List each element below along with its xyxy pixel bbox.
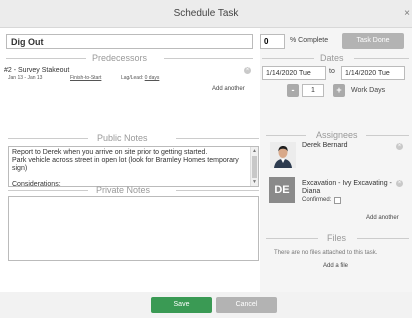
- predecessor-dates: Jan 13 - Jan 13: [8, 75, 43, 81]
- avatar: DE: [269, 177, 295, 203]
- assignees-header-line-right: [366, 135, 409, 136]
- predecessor-type-link[interactable]: Finish-to-Start: [70, 75, 101, 81]
- private-notes-header-line-left: [8, 190, 88, 191]
- private-notes-header: Private Notes: [8, 185, 259, 195]
- minus-icon[interactable]: -: [287, 84, 299, 97]
- public-notes-text: Report to Derek when you arrive on site …: [12, 149, 239, 187]
- confirmed-label: Confirmed:: [302, 197, 332, 203]
- add-file-link[interactable]: Add a file: [323, 263, 348, 269]
- files-header: Files: [266, 233, 409, 243]
- confirmed-checkbox[interactable]: [334, 197, 341, 204]
- task-done-button[interactable]: Task Done: [342, 33, 404, 49]
- avatar-photo-icon: [270, 142, 296, 168]
- assignees-header: Assignees: [266, 130, 409, 140]
- files-header-label: Files: [327, 233, 347, 243]
- percent-complete-input[interactable]: [260, 34, 285, 49]
- avatar: [270, 142, 296, 168]
- cancel-button[interactable]: Cancel: [216, 297, 277, 313]
- task-name-input[interactable]: [6, 34, 253, 49]
- percent-complete-label: % Complete: [290, 37, 329, 44]
- assignee-name: Derek Bernard: [302, 142, 348, 149]
- files-header-line-left: [266, 238, 318, 239]
- dates-header-line-right: [354, 58, 409, 59]
- close-icon[interactable]: ×: [404, 8, 410, 19]
- start-date-input[interactable]: [262, 66, 326, 80]
- private-notes-textarea[interactable]: [8, 196, 259, 261]
- schedule-task-dialog: Schedule Task × % Complete Task Done Pre…: [0, 0, 412, 318]
- predecessor-name: #2 - Survey Stakeout: [4, 67, 70, 74]
- predecessor-lag: Lag/Lead: 0 days: [121, 75, 159, 81]
- assignees-header-line-left: [266, 135, 306, 136]
- plus-icon[interactable]: +: [333, 84, 345, 97]
- dates-header-line-left: [262, 58, 314, 59]
- predecessor-lag-value-link[interactable]: 0 days: [145, 75, 160, 81]
- private-notes-header-line-right: [176, 190, 259, 191]
- work-days-input[interactable]: 1: [302, 84, 324, 97]
- save-button[interactable]: Save: [151, 297, 212, 313]
- predecessors-header: Predecessors: [6, 53, 253, 63]
- work-days-label: Work Days: [351, 87, 386, 94]
- public-notes-header: Public Notes: [8, 133, 259, 143]
- public-notes-scroll-thumb[interactable]: [252, 156, 257, 178]
- predecessor-lag-label: Lag/Lead:: [121, 75, 144, 81]
- assignee-name: Excavation - Ivy Excavating - Diana: [302, 180, 392, 195]
- dialog-titlebar: Schedule Task ×: [0, 0, 412, 28]
- private-notes-header-label: Private Notes: [96, 185, 151, 195]
- scroll-up-icon[interactable]: ▲: [252, 148, 257, 154]
- end-date-input[interactable]: [341, 66, 405, 80]
- public-notes-scrollbar[interactable]: ▲ ▼: [250, 147, 258, 186]
- public-notes-header-label: Public Notes: [97, 133, 148, 143]
- predecessors-header-line-right: [164, 58, 253, 59]
- predecessors-header-label: Predecessors: [92, 53, 148, 63]
- public-notes-textarea[interactable]: Report to Derek when you arrive on site …: [8, 146, 259, 187]
- public-notes-header-line-right: [176, 138, 259, 139]
- remove-predecessor-icon[interactable]: ×: [244, 67, 251, 74]
- dates-header-label: Dates: [320, 53, 344, 63]
- predecessors-header-line-left: [6, 58, 86, 59]
- dialog-title: Schedule Task: [173, 8, 239, 19]
- no-files-text: There are no files attached to this task…: [274, 250, 378, 256]
- add-predecessor-link[interactable]: Add another: [212, 86, 245, 92]
- dates-header: Dates: [262, 53, 409, 63]
- files-header-line-right: [357, 238, 409, 239]
- to-label: to: [329, 68, 335, 75]
- public-notes-header-line-left: [8, 138, 88, 139]
- remove-assignee-icon[interactable]: ×: [396, 143, 403, 150]
- assignees-header-label: Assignees: [316, 130, 358, 140]
- remove-assignee-icon[interactable]: ×: [396, 180, 403, 187]
- add-assignee-link[interactable]: Add another: [366, 215, 399, 221]
